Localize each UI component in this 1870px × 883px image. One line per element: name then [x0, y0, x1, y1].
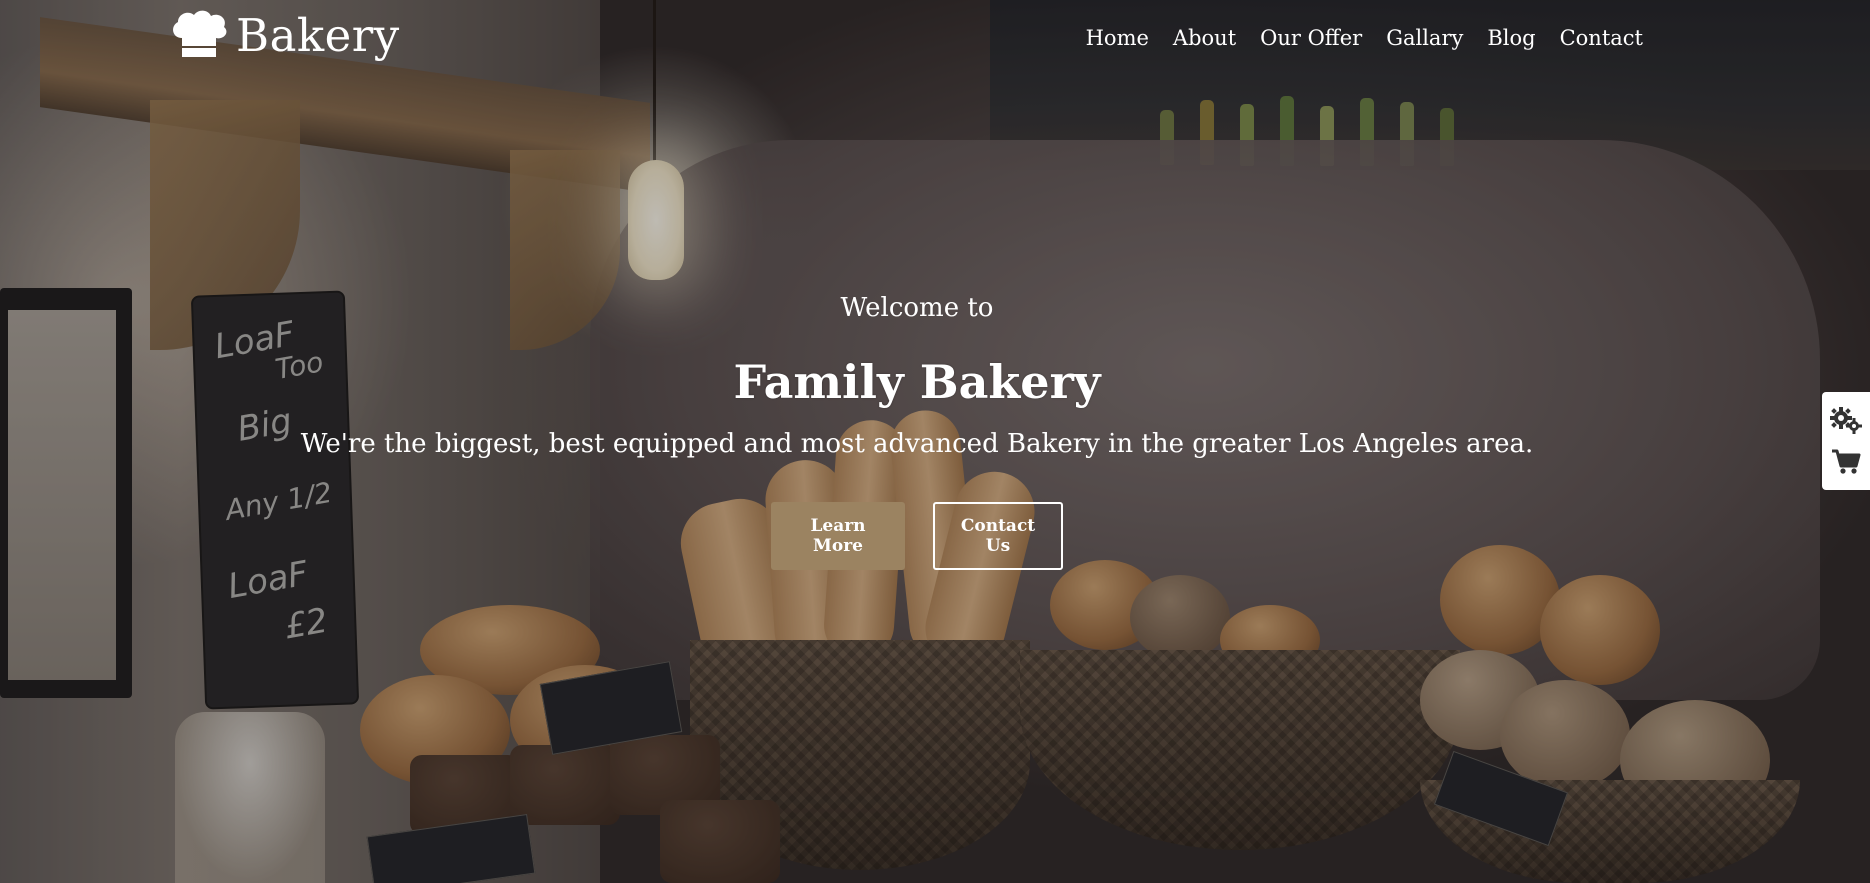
side-widget	[1822, 392, 1870, 490]
navbar: Bakery Home About Our Offer Gallary Blog…	[0, 0, 1870, 80]
nav-about[interactable]: About	[1161, 24, 1248, 52]
hero-tagline: We're the biggest, best equipped and mos…	[300, 429, 1534, 459]
brand-name: Bakery	[236, 8, 400, 62]
brand-logo[interactable]: Bakery	[168, 8, 400, 62]
gears-icon[interactable]	[1829, 404, 1863, 436]
shopping-cart-icon[interactable]	[1829, 446, 1863, 478]
nav-blog[interactable]: Blog	[1475, 24, 1547, 52]
contact-us-button[interactable]: Contact Us	[933, 502, 1063, 570]
hero-welcome: Welcome to	[840, 293, 994, 323]
hero-content: Welcome to Family Bakery We're the bigge…	[0, 290, 1834, 570]
hero-title: Family Bakery	[733, 355, 1101, 409]
nav-menu: Home About Our Offer Gallary Blog Contac…	[1074, 24, 1655, 52]
nav-contact[interactable]: Contact	[1548, 24, 1655, 52]
chef-hat-icon	[168, 8, 230, 62]
nav-gallary[interactable]: Gallary	[1374, 24, 1475, 52]
nav-home[interactable]: Home	[1074, 24, 1161, 52]
learn-more-button[interactable]: Learn More	[771, 502, 905, 570]
hero-buttons: Learn More Contact Us	[0, 502, 1834, 570]
nav-our-offer[interactable]: Our Offer	[1248, 24, 1374, 52]
